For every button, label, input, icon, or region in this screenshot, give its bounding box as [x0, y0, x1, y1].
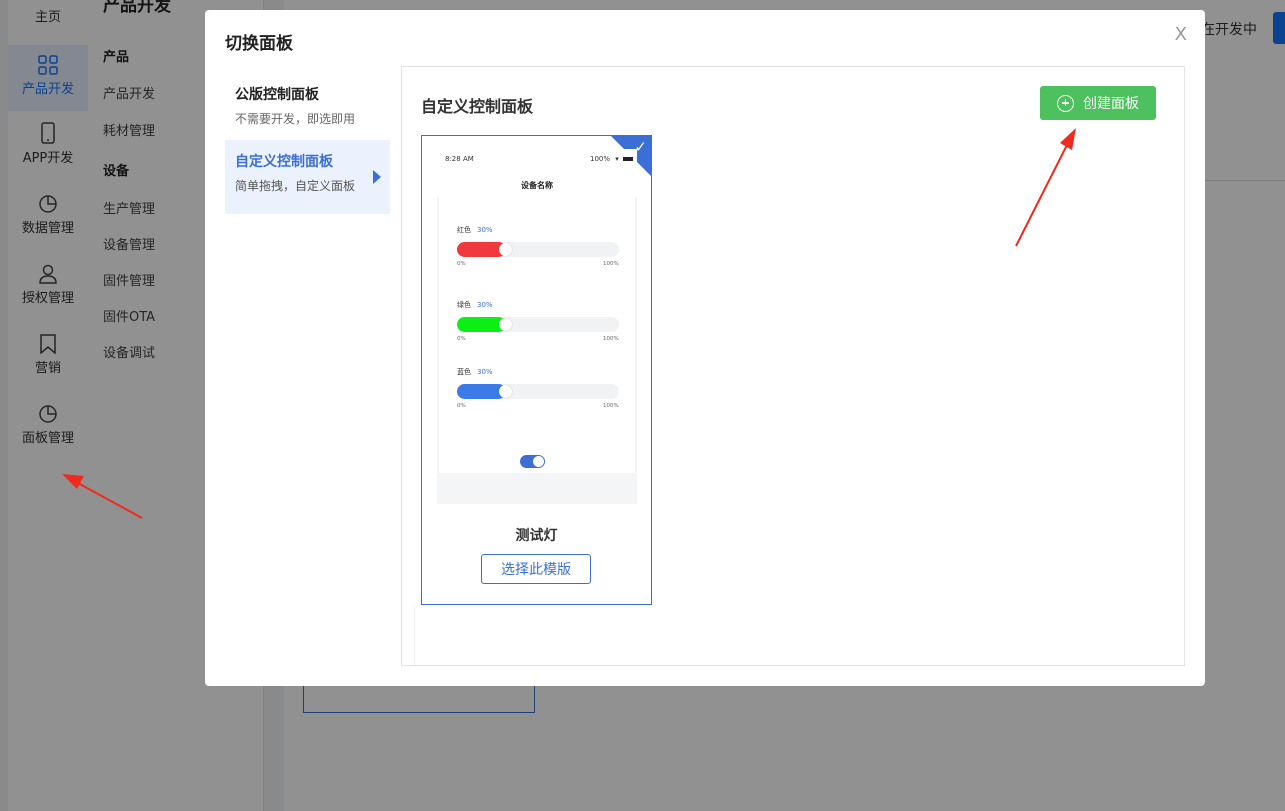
switch-panel-dialog: 切换面板 X 公版控制面板 不需要开发，即选即用 自定义控制面板 简单拖拽，自定…	[205, 10, 1205, 686]
slider-min: 0%	[457, 261, 466, 267]
plus-circle-icon	[1057, 94, 1074, 112]
divider	[414, 607, 415, 665]
select-template-button[interactable]: 选择此模版	[481, 554, 591, 584]
close-icon[interactable]: X	[1175, 25, 1187, 45]
create-panel-label: 创建面板	[1083, 96, 1139, 112]
slider-name: 蓝色	[457, 368, 471, 376]
slider-label: 红色 30%	[457, 225, 493, 235]
battery-icon	[623, 157, 633, 161]
preview-device-title: 设备名称	[521, 181, 553, 190]
slider-min: 0%	[457, 403, 466, 409]
create-panel-button[interactable]: 创建面板	[1040, 86, 1156, 120]
wifi-icon: ▾	[615, 155, 619, 163]
preview-body: 红色 30% 0% 100% 绿色 30% 0% 100% 蓝色 30% 0% …	[437, 197, 637, 504]
tab-desc: 简单拖拽，自定义面板	[235, 179, 356, 193]
slider-knob[interactable]	[499, 385, 512, 398]
slider-min: 0%	[457, 336, 466, 342]
slider-track[interactable]	[457, 317, 619, 332]
caret-right-icon	[373, 170, 381, 184]
slider-value: 30%	[477, 368, 493, 376]
slider-track[interactable]	[457, 242, 619, 257]
template-name: 测试灯	[515, 528, 558, 544]
preview-controls: 红色 30% 0% 100% 绿色 30% 0% 100% 蓝色 30% 0% …	[439, 197, 635, 447]
switch-knob	[533, 456, 544, 467]
preview-time: 8:28 AM	[445, 155, 474, 163]
panel-content: 自定义控制面板 创建面板 ✓ 8:28 AM 100% ▾ 设备名称 红色 30…	[401, 66, 1185, 666]
panel-preview: 8:28 AM 100% ▾ 设备名称 红色 30% 0% 100% 绿色 30…	[437, 149, 637, 504]
slider-knob[interactable]	[499, 243, 512, 256]
content-title: 自定义控制面板	[421, 97, 534, 116]
slider-label: 绿色 30%	[457, 300, 493, 310]
slider-knob[interactable]	[499, 318, 512, 331]
tab-public-panel[interactable]: 公版控制面板 不需要开发，即选即用	[225, 73, 390, 138]
slider-max: 100%	[603, 403, 619, 409]
tab-title: 自定义控制面板	[235, 154, 333, 170]
slider-max: 100%	[603, 261, 619, 267]
preview-status-bar: 100% ▾	[590, 155, 633, 163]
template-card[interactable]: ✓ 8:28 AM 100% ▾ 设备名称 红色 30% 0% 100% 绿色 …	[421, 135, 652, 605]
slider-label: 蓝色 30%	[457, 367, 493, 377]
slider-value: 30%	[477, 226, 493, 234]
tab-custom-panel[interactable]: 自定义控制面板 简单拖拽，自定义面板	[225, 140, 390, 214]
slider-value: 30%	[477, 301, 493, 309]
slider-max: 100%	[603, 336, 619, 342]
dialog-title: 切换面板	[225, 34, 293, 54]
battery-text: 100%	[590, 155, 611, 163]
slider-name: 绿色	[457, 301, 471, 309]
power-switch[interactable]	[520, 455, 545, 468]
slider-name: 红色	[457, 226, 471, 234]
tab-desc: 不需要开发，即选即用	[235, 112, 356, 126]
tab-title: 公版控制面板	[235, 87, 319, 103]
slider-track[interactable]	[457, 384, 619, 399]
preview-switch-row	[439, 447, 635, 473]
